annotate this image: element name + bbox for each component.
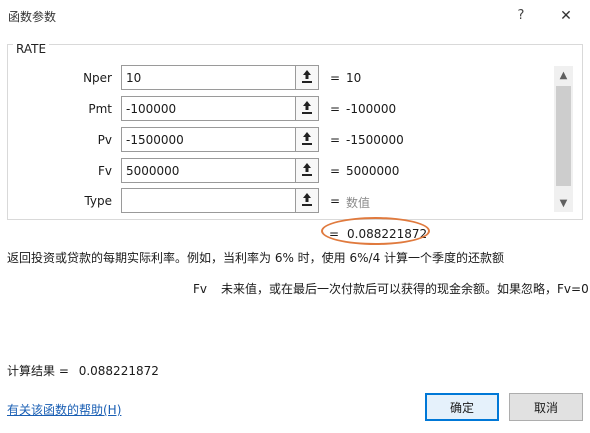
arg-result-nper: 10 [346, 71, 362, 85]
collapse-dialog-button-pmt[interactable] [296, 96, 319, 121]
function-name: RATE [13, 42, 50, 56]
close-button[interactable]: ✕ [552, 4, 580, 28]
ok-button[interactable]: 确定 [425, 393, 499, 421]
highlight-annotation [321, 217, 430, 245]
collapse-dialog-button-type[interactable] [296, 188, 319, 213]
arg-equals-nper: = [330, 71, 341, 85]
arg-equals-fv: = [330, 164, 341, 178]
collapse-dialog-icon [302, 193, 312, 206]
collapse-dialog-button-pv[interactable] [296, 127, 319, 152]
arg-input-pmt[interactable] [121, 96, 296, 121]
parameter-help-text: 未来值，或在最后一次付款后可以获得的现金余额。如果忽略，Fv=0 [221, 282, 589, 296]
collapse-dialog-icon [302, 132, 312, 145]
function-help-link[interactable]: 有关该函数的帮助(H) [7, 401, 121, 418]
parameter-help-name: Fv [193, 282, 208, 296]
arg-equals-pv: = [330, 133, 341, 147]
arg-label-nper: Nper [83, 71, 112, 85]
scrollbar-thumb[interactable] [556, 86, 571, 186]
arguments-scrollbar[interactable]: ▲ ▼ [554, 66, 573, 212]
help-button[interactable]: ? [509, 4, 533, 28]
arg-label-pv: Pv [97, 133, 112, 147]
collapse-dialog-button-nper[interactable] [296, 65, 319, 90]
calculation-result-value: 0.088221872 [78, 364, 159, 378]
arg-result-pmt: -100000 [346, 102, 397, 116]
scroll-up-icon[interactable]: ▲ [554, 68, 573, 84]
arg-input-fv[interactable] [121, 158, 296, 183]
scroll-down-icon[interactable]: ▼ [554, 196, 573, 212]
collapse-dialog-icon [302, 101, 312, 114]
arg-equals-type: = [330, 194, 341, 208]
arg-input-type[interactable] [121, 188, 296, 213]
arg-label-pmt: Pmt [88, 102, 112, 116]
arg-equals-pmt: = [330, 102, 341, 116]
arg-input-nper[interactable] [121, 65, 296, 90]
window-title: 函数参数 [8, 10, 57, 24]
arg-label-type: Type [84, 194, 112, 208]
arg-input-pv[interactable] [121, 127, 296, 152]
parameter-help: Fv 未来值，或在最后一次付款后可以获得的现金余额。如果忽略，Fv=0 [193, 280, 589, 297]
calculation-result-label: 计算结果 = [7, 364, 69, 378]
arg-result-pv: -1500000 [346, 133, 404, 147]
arg-result-fv: 5000000 [346, 164, 400, 178]
calculation-result: 计算结果 = 0.088221872 [7, 362, 159, 379]
cancel-button[interactable]: 取消 [509, 393, 583, 421]
arg-result-type: 数值 [346, 196, 371, 210]
collapse-dialog-icon [302, 70, 312, 83]
collapse-dialog-icon [302, 163, 312, 176]
collapse-dialog-button-fv[interactable] [296, 158, 319, 183]
function-description: 返回投资或贷款的每期实际利率。例如，当利率为 6% 时，使用 6%/4 计算一个… [7, 251, 505, 265]
arg-label-fv: Fv [97, 164, 112, 178]
title-bar: 函数参数 ? ✕ [0, 0, 590, 32]
